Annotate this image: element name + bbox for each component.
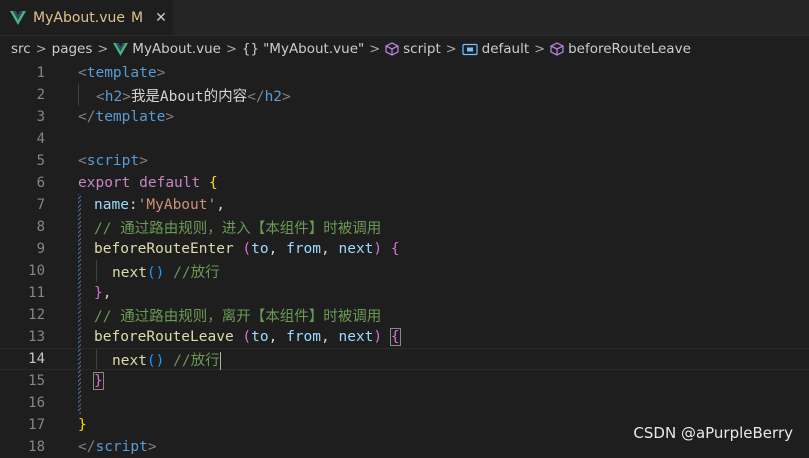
token: template — [95, 109, 166, 125]
line-number: 13 — [28, 329, 45, 345]
token: h2 — [104, 88, 123, 105]
chevron-right-icon: > — [97, 41, 109, 57]
code-line: 6 export default { — [0, 172, 809, 194]
line-number: 12 — [28, 307, 45, 323]
variable-icon — [462, 43, 478, 55]
breadcrumb-pages[interactable]: pages — [52, 41, 93, 57]
line-number: 6 — [36, 175, 45, 191]
code-editor[interactable]: 1 <template> 2 <h2>我是About的内容</h2> 3 </t… — [0, 62, 809, 455]
watermark: CSDN @aPurpleBerry — [633, 424, 793, 442]
token: to — [251, 329, 269, 345]
code-line: 2 <h2>我是About的内容</h2> — [0, 84, 809, 106]
comment: //放行 — [173, 352, 220, 369]
line-number: 18 — [28, 439, 45, 455]
line-number: 10 — [28, 263, 45, 279]
matched-bracket: } — [93, 372, 104, 390]
line-number: 3 — [36, 109, 45, 125]
token: from — [286, 241, 322, 257]
matched-bracket: { — [389, 328, 401, 346]
line-number: 17 — [28, 417, 45, 433]
token: next — [338, 241, 374, 257]
comment: // 通过路由规则，离开【本组件】时被调用 — [94, 308, 382, 325]
line-number: 14 — [28, 351, 45, 367]
code-line: 10 next() //放行 — [0, 260, 809, 282]
comment: //放行 — [173, 264, 220, 281]
breadcrumb-file[interactable]: MyAbout.vue — [132, 41, 221, 57]
token: script — [95, 439, 148, 455]
line-number: 9 — [36, 241, 45, 257]
tab-myabout-vue[interactable]: MyAbout.vue M ✕ — [0, 0, 173, 35]
editor-tab-bar: MyAbout.vue M ✕ — [0, 0, 809, 36]
token: template — [86, 65, 157, 81]
tab-filename: MyAbout.vue — [33, 10, 125, 26]
code-line: 5 <script> — [0, 150, 809, 172]
object-icon: {} — [241, 41, 260, 57]
token: next — [112, 264, 147, 281]
chevron-right-icon: > — [35, 41, 47, 57]
close-icon[interactable]: ✕ — [155, 10, 167, 26]
modified-badge: M — [130, 10, 144, 26]
code-line-current: 14 next() //放行 — [0, 348, 809, 370]
line-number: 8 — [36, 219, 45, 235]
breadcrumb-method[interactable]: beforeRouteLeave — [568, 41, 691, 57]
token: to — [251, 241, 269, 257]
code-line: 1 <template> — [0, 62, 809, 84]
token: beforeRouteLeave — [94, 329, 234, 345]
token: export — [78, 175, 131, 191]
line-number: 7 — [36, 197, 45, 213]
code-line: 15 } — [0, 370, 809, 392]
code-line: 9 beforeRouteEnter (to, from, next) { — [0, 238, 809, 260]
line-number: 4 — [36, 131, 45, 147]
method-cube-icon — [550, 42, 564, 56]
code-line: 7 name:'MyAbout', — [0, 194, 809, 216]
breadcrumb-src[interactable]: src — [11, 41, 31, 57]
breadcrumb-default[interactable]: default — [482, 41, 530, 57]
token: h2 — [264, 88, 283, 105]
line-number: 1 — [36, 65, 45, 81]
breadcrumb: src > pages > MyAbout.vue > {} "MyAbout.… — [0, 36, 809, 62]
token: beforeRouteEnter — [94, 241, 234, 257]
code-line: 4 — [0, 128, 809, 150]
token: script — [86, 153, 140, 169]
code-line: 8 // 通过路由规则，进入【本组件】时被调用 — [0, 216, 809, 238]
line-number: 16 — [28, 395, 45, 411]
line-number: 11 — [28, 285, 45, 301]
cube-icon — [385, 42, 399, 56]
comment: // 通过路由规则，进入【本组件】时被调用 — [94, 220, 382, 237]
breadcrumb-script[interactable]: script — [403, 41, 441, 57]
code-line: 12 // 通过路由规则，离开【本组件】时被调用 — [0, 304, 809, 326]
code-line: 13 beforeRouteLeave (to, from, next) { — [0, 326, 809, 348]
chevron-right-icon: > — [369, 41, 381, 57]
code-line: 16 — [0, 392, 809, 414]
token: next — [112, 352, 147, 369]
text-cursor — [219, 351, 221, 370]
token: default — [139, 175, 201, 191]
line-number: 15 — [28, 373, 45, 389]
line-number: 2 — [36, 87, 45, 103]
token: next — [338, 329, 374, 345]
breadcrumb-object[interactable]: "MyAbout.vue" — [263, 41, 364, 57]
code-line: 3 </template> — [0, 106, 809, 128]
token: from — [286, 329, 322, 345]
vue-file-icon — [10, 11, 26, 25]
token: 我是About的内容 — [130, 88, 248, 105]
line-number: 5 — [36, 153, 45, 169]
token: 'MyAbout' — [137, 197, 217, 213]
chevron-right-icon: > — [226, 41, 237, 57]
chevron-right-icon: > — [534, 41, 546, 57]
token: name — [94, 197, 129, 213]
vue-file-icon — [113, 42, 129, 56]
code-line: 11 }, — [0, 282, 809, 304]
chevron-right-icon: > — [445, 41, 457, 57]
